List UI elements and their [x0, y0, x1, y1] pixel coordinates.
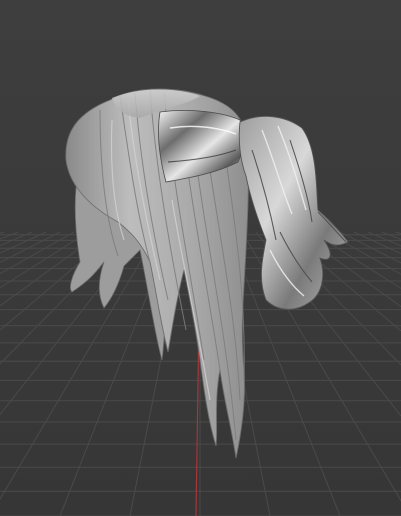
viewport-canvas[interactable]: [0, 0, 401, 516]
3d-viewport[interactable]: [0, 0, 401, 516]
